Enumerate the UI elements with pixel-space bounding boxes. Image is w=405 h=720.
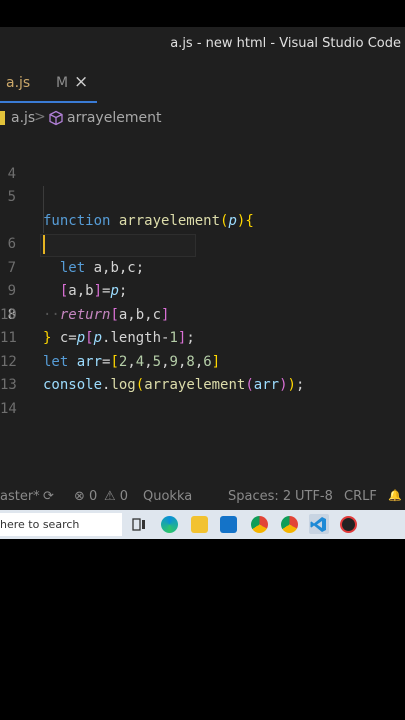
file-explorer-icon[interactable] bbox=[191, 516, 208, 533]
branch-status[interactable]: aster* bbox=[0, 489, 40, 504]
active-tab-underline bbox=[0, 101, 97, 103]
mail-icon[interactable] bbox=[220, 516, 237, 533]
app-icon[interactable] bbox=[340, 516, 357, 533]
code-line: 9 ··return[a,b,c] bbox=[0, 257, 405, 323]
window-title: a.js - new html - Visual Studio Code bbox=[170, 36, 401, 51]
code-line-active: 8 c=p[p.length-1]; bbox=[0, 233, 405, 346]
code-line: 4 bbox=[0, 139, 405, 182]
edge-browser-icon[interactable] bbox=[161, 516, 178, 533]
breadcrumb: a.js > arrayelement bbox=[0, 105, 405, 131]
tab-a-js[interactable]: a.js M × bbox=[0, 63, 97, 103]
status-bar: aster* ⟳ ⊗ 0 ⚠ 0 Quokka Spaces: 2 UTF-8 … bbox=[0, 483, 405, 510]
windows-taskbar: here to search bbox=[0, 510, 405, 539]
code-line: 13 bbox=[0, 351, 405, 393]
code-line: 14 bbox=[0, 374, 405, 417]
js-file-icon bbox=[0, 111, 5, 125]
close-icon[interactable]: × bbox=[74, 72, 88, 92]
code-line: 11 let arr=[2,4,5,9,8,6] bbox=[0, 304, 405, 370]
indent-guide bbox=[43, 209, 44, 233]
search-placeholder: here to search bbox=[0, 518, 80, 531]
line-number: 14 bbox=[0, 400, 17, 417]
title-bar: a.js - new html - Visual Studio Code bbox=[0, 27, 405, 63]
notifications-bell-icon[interactable]: 🔔 bbox=[388, 489, 402, 502]
tab-label: a.js bbox=[6, 75, 31, 91]
code-line: 7 [a,b]=p; bbox=[0, 209, 405, 299]
code-editor[interactable]: 4 5 function arrayelement(p){ 6 let a,b,… bbox=[0, 139, 405, 417]
current-line-highlight bbox=[40, 234, 196, 257]
code-line: 12 console.log(arrayelement(arr)); bbox=[0, 327, 405, 394]
modified-indicator: M bbox=[56, 75, 69, 91]
quokka-status[interactable]: Quokka bbox=[143, 489, 192, 504]
sync-icon[interactable]: ⟳ bbox=[43, 489, 54, 504]
code-line: 6 let a,b,c; bbox=[0, 186, 405, 276]
code-line: 10 } bbox=[0, 280, 405, 347]
vscode-icon[interactable] bbox=[310, 516, 327, 533]
breadcrumb-file[interactable]: a.js bbox=[11, 110, 35, 126]
indent-guide bbox=[43, 186, 44, 210]
errors-count[interactable]: ⊗ 0 bbox=[74, 489, 97, 504]
breadcrumb-separator: > bbox=[34, 109, 46, 125]
breadcrumb-symbol[interactable]: arrayelement bbox=[67, 110, 161, 126]
task-view-icon[interactable] bbox=[131, 516, 148, 533]
taskbar-search-input[interactable]: here to search bbox=[0, 513, 122, 536]
code-line: 5 function arrayelement(p){ bbox=[0, 163, 405, 229]
tab-bar: a.js M × bbox=[0, 63, 405, 105]
warnings-count[interactable]: ⚠ 0 bbox=[104, 489, 128, 504]
method-cube-icon bbox=[49, 110, 63, 126]
encoding-status[interactable]: UTF-8 bbox=[295, 489, 333, 504]
text-cursor bbox=[43, 235, 45, 254]
eol-status[interactable]: CRLF bbox=[344, 489, 377, 504]
chrome-icon[interactable] bbox=[281, 516, 298, 533]
chrome-icon[interactable] bbox=[251, 516, 268, 533]
indentation-status[interactable]: Spaces: 2 bbox=[228, 489, 291, 504]
